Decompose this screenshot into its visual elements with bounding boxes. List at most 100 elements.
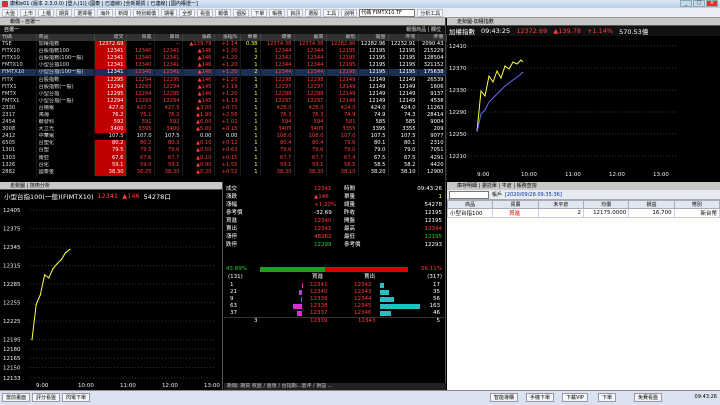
quote-row[interactable]: FITX10 台股指數100 12341 12340 12341 ▲146 +1.20 1 12… bbox=[0, 48, 447, 56]
column-header[interactable]: 代碼 bbox=[0, 34, 37, 41]
position-row[interactable]: 小型台指100 買進 2 12175.0000 16,700 新台幣 bbox=[446, 208, 720, 218]
column-header[interactable]: 最高 bbox=[294, 34, 327, 41]
positions-column-header[interactable]: 幣別 bbox=[673, 200, 720, 209]
quote-row[interactable]: FMTX1 小型台指(一般) 12294 12293 12294 ▲145 +1.19 1 12… bbox=[0, 97, 447, 105]
quote-row[interactable]: FITX1 台股指數(一般) 12294 12293 12294 ▲145 +1.19 3 12… bbox=[0, 83, 447, 91]
positions-tabs[interactable]: 庫存明細 | 委託單 | 平倉 | 帳務查詢 bbox=[447, 182, 720, 190]
quote-cell: 79.0 bbox=[358, 147, 389, 155]
status-right-button[interactable]: 手機下單 bbox=[526, 393, 555, 402]
quote-row[interactable]: 2882 國泰金 38.30 38.25 38.30 ▲0.20 +0.52 1 38.30 38… bbox=[0, 168, 447, 176]
window-titlebar: 康和e01 (版本 2.3.0.0) [登入(1)] (國泰 | 已連線) [全… bbox=[0, 0, 720, 8]
status-right-button[interactable]: 智能導購 bbox=[490, 393, 519, 402]
column-header[interactable]: 昨量 bbox=[418, 34, 447, 41]
column-header[interactable]: 賣出 bbox=[154, 34, 183, 41]
status-right-button[interactable]: 免費看盤 bbox=[634, 393, 663, 402]
quote-row[interactable]: 1326 台化 59.1 59.0 59.1 ▲0.90 +1.55 1 59.1 59.1 58.… bbox=[0, 161, 447, 169]
quote-cell: 80.3 bbox=[154, 140, 183, 148]
column-header[interactable]: 商品 bbox=[36, 34, 95, 41]
toolbar-item[interactable]: 上櫃 bbox=[38, 8, 55, 17]
position-cell: 16,700 bbox=[628, 208, 675, 218]
quote-row[interactable]: TSE 加權指數 12372.69 -- -- ▲139.78 +1.14 0.38 12374… bbox=[0, 41, 447, 49]
order-level-row[interactable]: 37 12337 12346 46 bbox=[224, 310, 446, 317]
toolbar-item[interactable]: 帳務 bbox=[269, 8, 286, 17]
toolbar-item[interactable]: 個股 bbox=[233, 8, 250, 17]
quote-field-setting[interactable]: 報價商品 | 欄位 bbox=[406, 26, 441, 34]
status-tab[interactable]: 閃電下單 bbox=[62, 393, 91, 402]
toolbar-item[interactable]: 資訊 bbox=[287, 8, 304, 17]
status-tab[interactable]: 當前畫面 bbox=[2, 393, 31, 402]
positions-column-header[interactable]: 買賣 bbox=[492, 200, 539, 209]
column-header[interactable]: 漲跌 bbox=[182, 34, 215, 41]
toolbar-item[interactable]: 選股 bbox=[305, 8, 322, 17]
quote-row[interactable]: 2412 中華電 107.5 107.0 107.5 0.00 0.00 1 108.0 108.… bbox=[0, 133, 447, 141]
status-tab[interactable]: 評分看盤 bbox=[32, 393, 61, 402]
toolbar-item[interactable]: 上市 bbox=[20, 8, 37, 17]
quote-cell: 59.1 bbox=[94, 161, 127, 169]
quote-row[interactable]: 3008 大立光 3400 3395 3400 ▲5.00 +0.15 1 3405 3405 33… bbox=[0, 126, 447, 134]
quote-row[interactable]: 2317 鴻海 76.2 76.1 76.2 ▲1.90 +2.56 1 76.3 76.3 74.… bbox=[0, 111, 447, 120]
column-header[interactable]: 單量 bbox=[240, 34, 261, 41]
toolbar-item[interactable]: 全部 bbox=[179, 8, 196, 17]
quote-row[interactable]: 2454 聯發科 592 591 592 ▲6.00 +1.02 1 594 594 581 585 5… bbox=[0, 119, 447, 127]
toolbar-item[interactable]: 海外 bbox=[97, 8, 114, 17]
quote-row[interactable]: FITX 台股指數 12295 12294 12295 ▲146 +1.20 1 12298 12… bbox=[0, 76, 447, 84]
futures-chart-tabs[interactable]: 走勢圖 | 技術分析 bbox=[0, 182, 222, 190]
status-right-button[interactable]: 下單 bbox=[598, 393, 617, 402]
quote-group-label[interactable]: 自選一 bbox=[4, 27, 19, 33]
news-ticker[interactable]: 新聞: 期貨 收盤 / 盤後 / 台指期...當沖 / 損益 ... bbox=[224, 383, 446, 390]
toolbar-item[interactable]: 工具 bbox=[323, 8, 340, 17]
account-select[interactable] bbox=[449, 190, 489, 199]
column-header[interactable]: 總量 bbox=[260, 34, 295, 41]
toolbar-item[interactable]: 選擇權 bbox=[74, 8, 96, 17]
toolbar-item[interactable]: 特別報價 bbox=[133, 8, 160, 17]
quote-cell: 12149 bbox=[388, 76, 419, 84]
quote-cell: 80.4 bbox=[260, 140, 295, 148]
quote-row[interactable]: FMTX 小型台指 12295 12294 12295 ▲146 +1.20 1 12298 12… bbox=[0, 90, 447, 98]
toolbar-item[interactable]: 新聞 bbox=[115, 8, 132, 17]
futures-y-tick: 12150 bbox=[3, 366, 21, 372]
toolbar-item[interactable]: 期貨 bbox=[56, 8, 73, 17]
quote-cell: 38.30 bbox=[154, 168, 183, 176]
toolbar-item[interactable]: 大盤 bbox=[2, 8, 19, 17]
quote-cell: 80.2 bbox=[94, 140, 127, 148]
quote-cell: 國泰金 bbox=[36, 168, 95, 176]
column-header[interactable]: 買進 bbox=[126, 34, 155, 41]
symbol-search-input[interactable]: 代碼 FIMTX10.TF bbox=[359, 8, 416, 17]
toolbar-item[interactable]: 報價 bbox=[215, 8, 232, 17]
quote-row[interactable]: FMTX10 小型台指100 12341 12340 12341 ▲146 +1.20 1 12… bbox=[0, 62, 447, 70]
positions-column-header[interactable]: 商品 bbox=[446, 200, 494, 209]
order-level-row[interactable]: 9 12339 12344 56 bbox=[224, 296, 446, 303]
positions-column-header[interactable]: 損益 bbox=[628, 200, 675, 209]
quote-row[interactable]: 2330 台積電 427.0 427.0 427.5 ▲3.00 +0.71 1 428.0 42… bbox=[0, 104, 447, 112]
order-info-label: 成交 bbox=[226, 186, 238, 192]
quote-cell: 12372.69 bbox=[94, 41, 127, 49]
column-header[interactable]: 開盤 bbox=[358, 34, 389, 41]
close-button[interactable]: × bbox=[706, 0, 718, 7]
quote-row[interactable]: 1303 南亞 67.6 67.6 67.7 ▲0.10 +0.15 1 67.7 67.7 67.… bbox=[0, 154, 447, 162]
order-level-row[interactable]: 63 12338 12345 163 bbox=[224, 303, 446, 310]
column-header[interactable]: 昨收 bbox=[388, 34, 419, 41]
quote-row[interactable]: 1301 台塑 79.5 79.5 79.6 ▲0.50 +0.63 1 79.6 79.6 79.… bbox=[0, 147, 447, 155]
quote-row[interactable]: FITX10 台股指數(100一般) 12341 12340 12341 ▲146 +1.2… bbox=[0, 55, 447, 63]
quote-row[interactable]: FIMTX10 小型台指(100一般) 12341 12340 12341 ▲146 +1.… bbox=[0, 69, 447, 77]
order-book-footer: 3 12339 12343 5 bbox=[224, 317, 446, 324]
maximize-button[interactable]: □ bbox=[693, 0, 705, 7]
positions-column-header[interactable]: 均價 bbox=[582, 200, 630, 209]
column-header[interactable]: 漲幅% bbox=[214, 34, 241, 41]
ask-volume-bar bbox=[380, 290, 389, 295]
order-info-label: 漲幅 bbox=[226, 202, 238, 208]
status-right-button[interactable]: 下載VIP bbox=[562, 393, 588, 402]
order-level-row[interactable]: 21 12340 12343 35 bbox=[224, 289, 446, 296]
analysis-tools-button[interactable]: 分析工具 bbox=[417, 8, 444, 17]
minimize-button[interactable]: _ bbox=[680, 0, 692, 7]
column-header[interactable]: 最低 bbox=[326, 34, 359, 41]
quote-row[interactable]: 6505 台塑化 80.2 80.2 80.3 ▲0.10 +0.12 1 80.4 80.4 79… bbox=[0, 140, 447, 148]
column-header[interactable]: 成交 bbox=[94, 34, 127, 41]
quote-cell: 80.4 bbox=[294, 140, 327, 148]
positions-column-header[interactable]: 未平倉 bbox=[537, 200, 584, 209]
toolbar-item[interactable]: 下單 bbox=[251, 8, 268, 17]
toolbar-item[interactable]: 看盤 bbox=[197, 8, 214, 17]
order-level-row[interactable]: 1 12341 12342 17 bbox=[224, 282, 446, 289]
toolbar-item[interactable]: 期權 bbox=[161, 8, 178, 17]
toolbar-item[interactable]: 說明 bbox=[341, 8, 358, 17]
